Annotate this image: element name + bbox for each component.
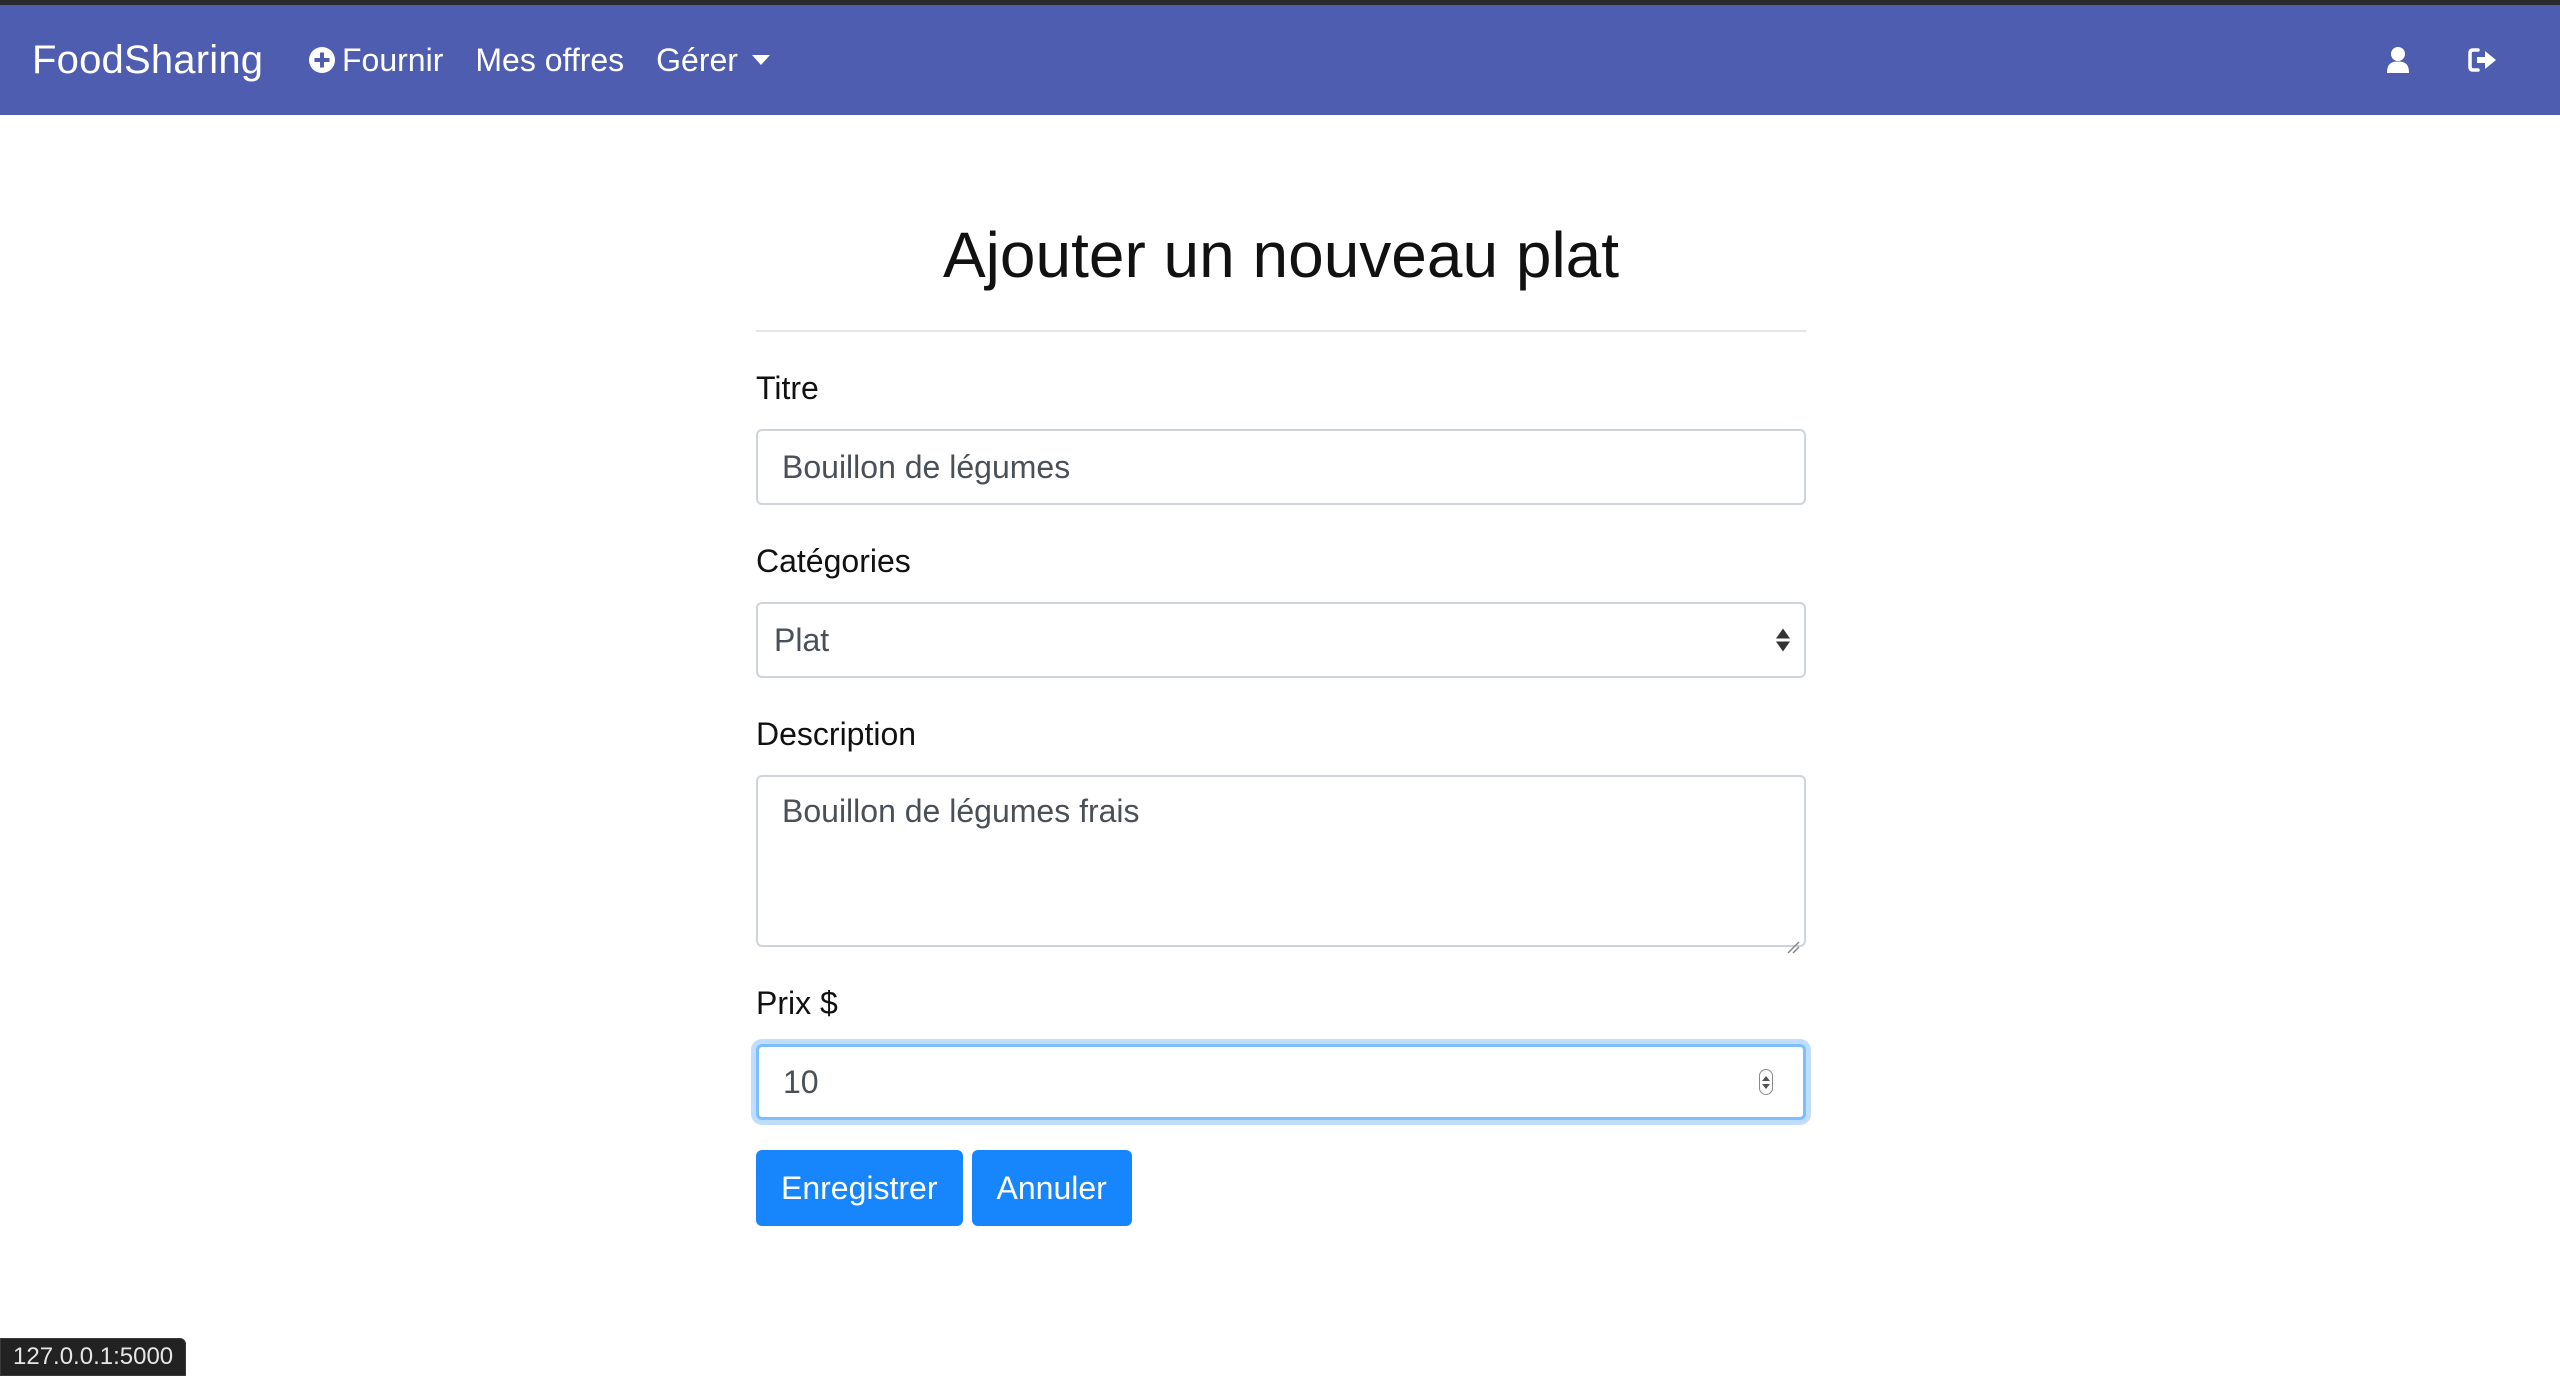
brand-link[interactable]: FoodSharing	[32, 5, 263, 115]
nav-dropdown-gerer[interactable]: Gérer	[656, 42, 770, 79]
caret-down-icon	[751, 55, 770, 65]
user-icon[interactable]	[2386, 46, 2410, 74]
nav-link-fournir[interactable]: Fournir	[308, 42, 443, 79]
title-divider	[756, 330, 1806, 332]
nav-link-label: Gérer	[656, 41, 738, 78]
number-spinner-icon[interactable]	[1759, 1069, 1773, 1095]
categories-select[interactable]: Plat	[756, 602, 1806, 678]
prix-input[interactable]: 10	[756, 1044, 1806, 1120]
prix-label: Prix $	[756, 985, 838, 1021]
description-value: Bouillon de légumes frais	[782, 793, 1140, 829]
sign-out-icon[interactable]	[2468, 47, 2498, 73]
resize-grip-icon[interactable]	[1784, 925, 1800, 954]
nav-link-mes-offres[interactable]: Mes offres	[475, 42, 624, 79]
categories-selected-value: Plat	[774, 621, 830, 658]
plus-circle-icon	[308, 46, 336, 74]
description-textarea[interactable]: Bouillon de légumes frais	[756, 775, 1806, 954]
nav-link-label: Mes offres	[475, 41, 625, 78]
prix-value: 10	[783, 1063, 819, 1100]
save-button[interactable]: Enregistrer	[756, 1150, 963, 1226]
nav-link-label: Fournir	[342, 41, 444, 78]
main-content: Ajouter un nouveau plat Titre Bouillon d…	[756, 210, 1806, 1226]
description-label: Description	[756, 716, 917, 752]
titre-label: Titre	[756, 370, 819, 406]
status-url: 127.0.0.1:5000	[13, 1343, 174, 1370]
cancel-button[interactable]: Annuler	[971, 1150, 1132, 1226]
nav-right	[2386, 5, 2498, 115]
browser-status-bar: 127.0.0.1:5000	[0, 1338, 187, 1376]
form-actions: Enregistrer Annuler	[756, 1150, 1806, 1226]
titre-input[interactable]: Bouillon de légumes	[756, 429, 1806, 505]
titre-value: Bouillon de légumes	[782, 448, 1071, 485]
page-title: Ajouter un nouveau plat	[942, 219, 1620, 291]
navbar: FoodSharing Fournir Mes offres Gérer	[0, 5, 2560, 115]
nav-links: Fournir Mes offres Gérer	[308, 5, 802, 115]
categories-label: Catégories	[756, 543, 911, 579]
select-arrows-icon	[1776, 628, 1790, 652]
